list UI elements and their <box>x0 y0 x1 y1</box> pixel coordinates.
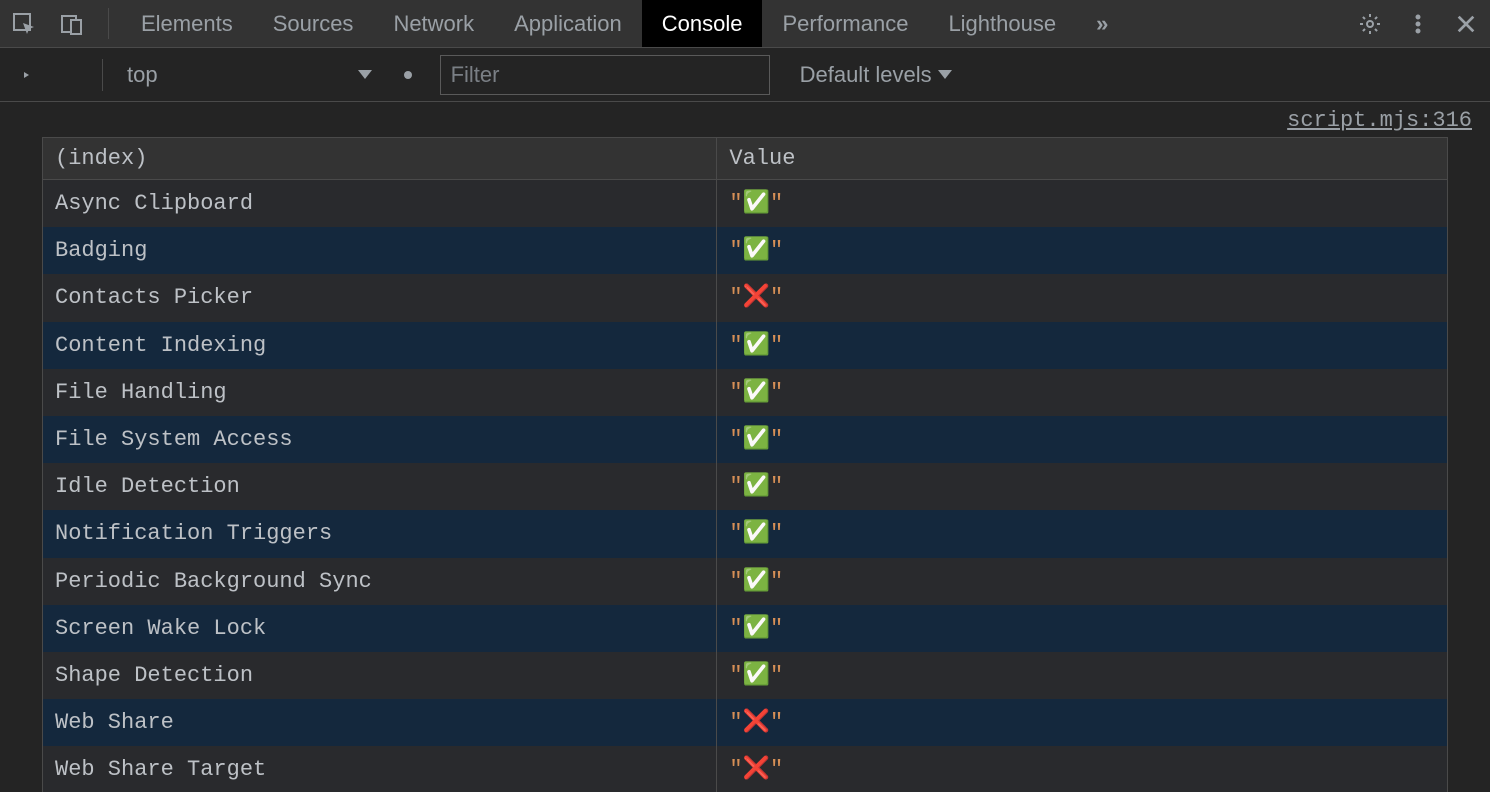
table-cell-index: Web Share Target <box>43 746 717 792</box>
table-cell-index: Async Clipboard <box>43 180 717 228</box>
kebab-menu-icon[interactable] <box>1394 0 1442 47</box>
table-cell-value: "❌" <box>717 699 1447 746</box>
table-row[interactable]: Notification Triggers"✅" <box>43 510 1447 557</box>
table-cell-value: "❌" <box>717 274 1447 321</box>
toggle-sidebar-icon[interactable] <box>8 57 44 93</box>
console-output: script.mjs:316 (index) Value Async Clipb… <box>0 102 1490 792</box>
tab-application[interactable]: Application <box>494 0 642 47</box>
table-cell-value: "✅" <box>717 463 1447 510</box>
table-cell-index: Screen Wake Lock <box>43 605 717 652</box>
table-cell-index: Shape Detection <box>43 652 717 699</box>
table-cell-value: "✅" <box>717 652 1447 699</box>
close-icon[interactable] <box>1442 0 1490 47</box>
table-row[interactable]: Web Share"❌" <box>43 699 1447 746</box>
table-row[interactable]: Screen Wake Lock"✅" <box>43 605 1447 652</box>
device-toolbar-icon[interactable] <box>48 0 96 47</box>
devtools-tabbar: Elements Sources Network Application Con… <box>0 0 1490 48</box>
table-cell-index: Idle Detection <box>43 463 717 510</box>
console-table: (index) Value Async Clipboard"✅"Badging"… <box>42 137 1448 792</box>
table-row[interactable]: Web Share Target"❌" <box>43 746 1447 792</box>
table-cell-value: "✅" <box>717 322 1447 369</box>
divider <box>108 8 109 39</box>
table-cell-value: "✅" <box>717 558 1447 605</box>
filter-input[interactable] <box>440 55 770 95</box>
table-cell-index: Badging <box>43 227 717 274</box>
table-cell-index: File Handling <box>43 369 717 416</box>
tabs-overflow-icon[interactable]: » <box>1076 0 1128 47</box>
tab-console[interactable]: Console <box>642 0 763 47</box>
divider <box>102 59 103 91</box>
table-cell-value: "✅" <box>717 180 1447 228</box>
gear-icon[interactable] <box>1346 0 1394 47</box>
console-toolbar: top Default levels <box>0 48 1490 102</box>
live-expression-icon[interactable] <box>390 57 426 93</box>
log-levels-select[interactable]: Default levels <box>788 62 964 88</box>
table-cell-index: Content Indexing <box>43 322 717 369</box>
table-cell-value: "✅" <box>717 605 1447 652</box>
table-cell-index: File System Access <box>43 416 717 463</box>
table-cell-value: "❌" <box>717 746 1447 792</box>
execution-context-select[interactable]: top <box>117 62 382 88</box>
inspect-element-icon[interactable] <box>0 0 48 47</box>
tab-performance[interactable]: Performance <box>762 0 928 47</box>
chevron-down-icon <box>358 70 372 79</box>
table-cell-value: "✅" <box>717 369 1447 416</box>
table-cell-index: Contacts Picker <box>43 274 717 321</box>
clear-console-icon[interactable] <box>52 57 88 93</box>
table-header-value[interactable]: Value <box>717 138 1447 180</box>
tab-network[interactable]: Network <box>373 0 494 47</box>
table-row[interactable]: File Handling"✅" <box>43 369 1447 416</box>
tab-sources[interactable]: Sources <box>253 0 374 47</box>
table-row[interactable]: Contacts Picker"❌" <box>43 274 1447 321</box>
table-cell-index: Periodic Background Sync <box>43 558 717 605</box>
table-cell-index: Notification Triggers <box>43 510 717 557</box>
table-cell-value: "✅" <box>717 510 1447 557</box>
devtools-tabs: Elements Sources Network Application Con… <box>121 0 1128 47</box>
levels-label: Default levels <box>800 62 932 88</box>
chevron-down-icon <box>938 70 952 79</box>
table-row[interactable]: Shape Detection"✅" <box>43 652 1447 699</box>
table-row[interactable]: Idle Detection"✅" <box>43 463 1447 510</box>
table-row[interactable]: File System Access"✅" <box>43 416 1447 463</box>
tab-elements[interactable]: Elements <box>121 0 253 47</box>
table-row[interactable]: Async Clipboard"✅" <box>43 180 1447 228</box>
table-cell-value: "✅" <box>717 416 1447 463</box>
table-cell-index: Web Share <box>43 699 717 746</box>
console-settings-gear-icon[interactable] <box>1446 57 1482 93</box>
table-row[interactable]: Badging"✅" <box>43 227 1447 274</box>
context-label: top <box>127 62 158 88</box>
table-cell-value: "✅" <box>717 227 1447 274</box>
tab-lighthouse[interactable]: Lighthouse <box>928 0 1076 47</box>
table-row[interactable]: Periodic Background Sync"✅" <box>43 558 1447 605</box>
table-header-index[interactable]: (index) <box>43 138 717 180</box>
source-link[interactable]: script.mjs:316 <box>0 102 1490 137</box>
table-row[interactable]: Content Indexing"✅" <box>43 322 1447 369</box>
